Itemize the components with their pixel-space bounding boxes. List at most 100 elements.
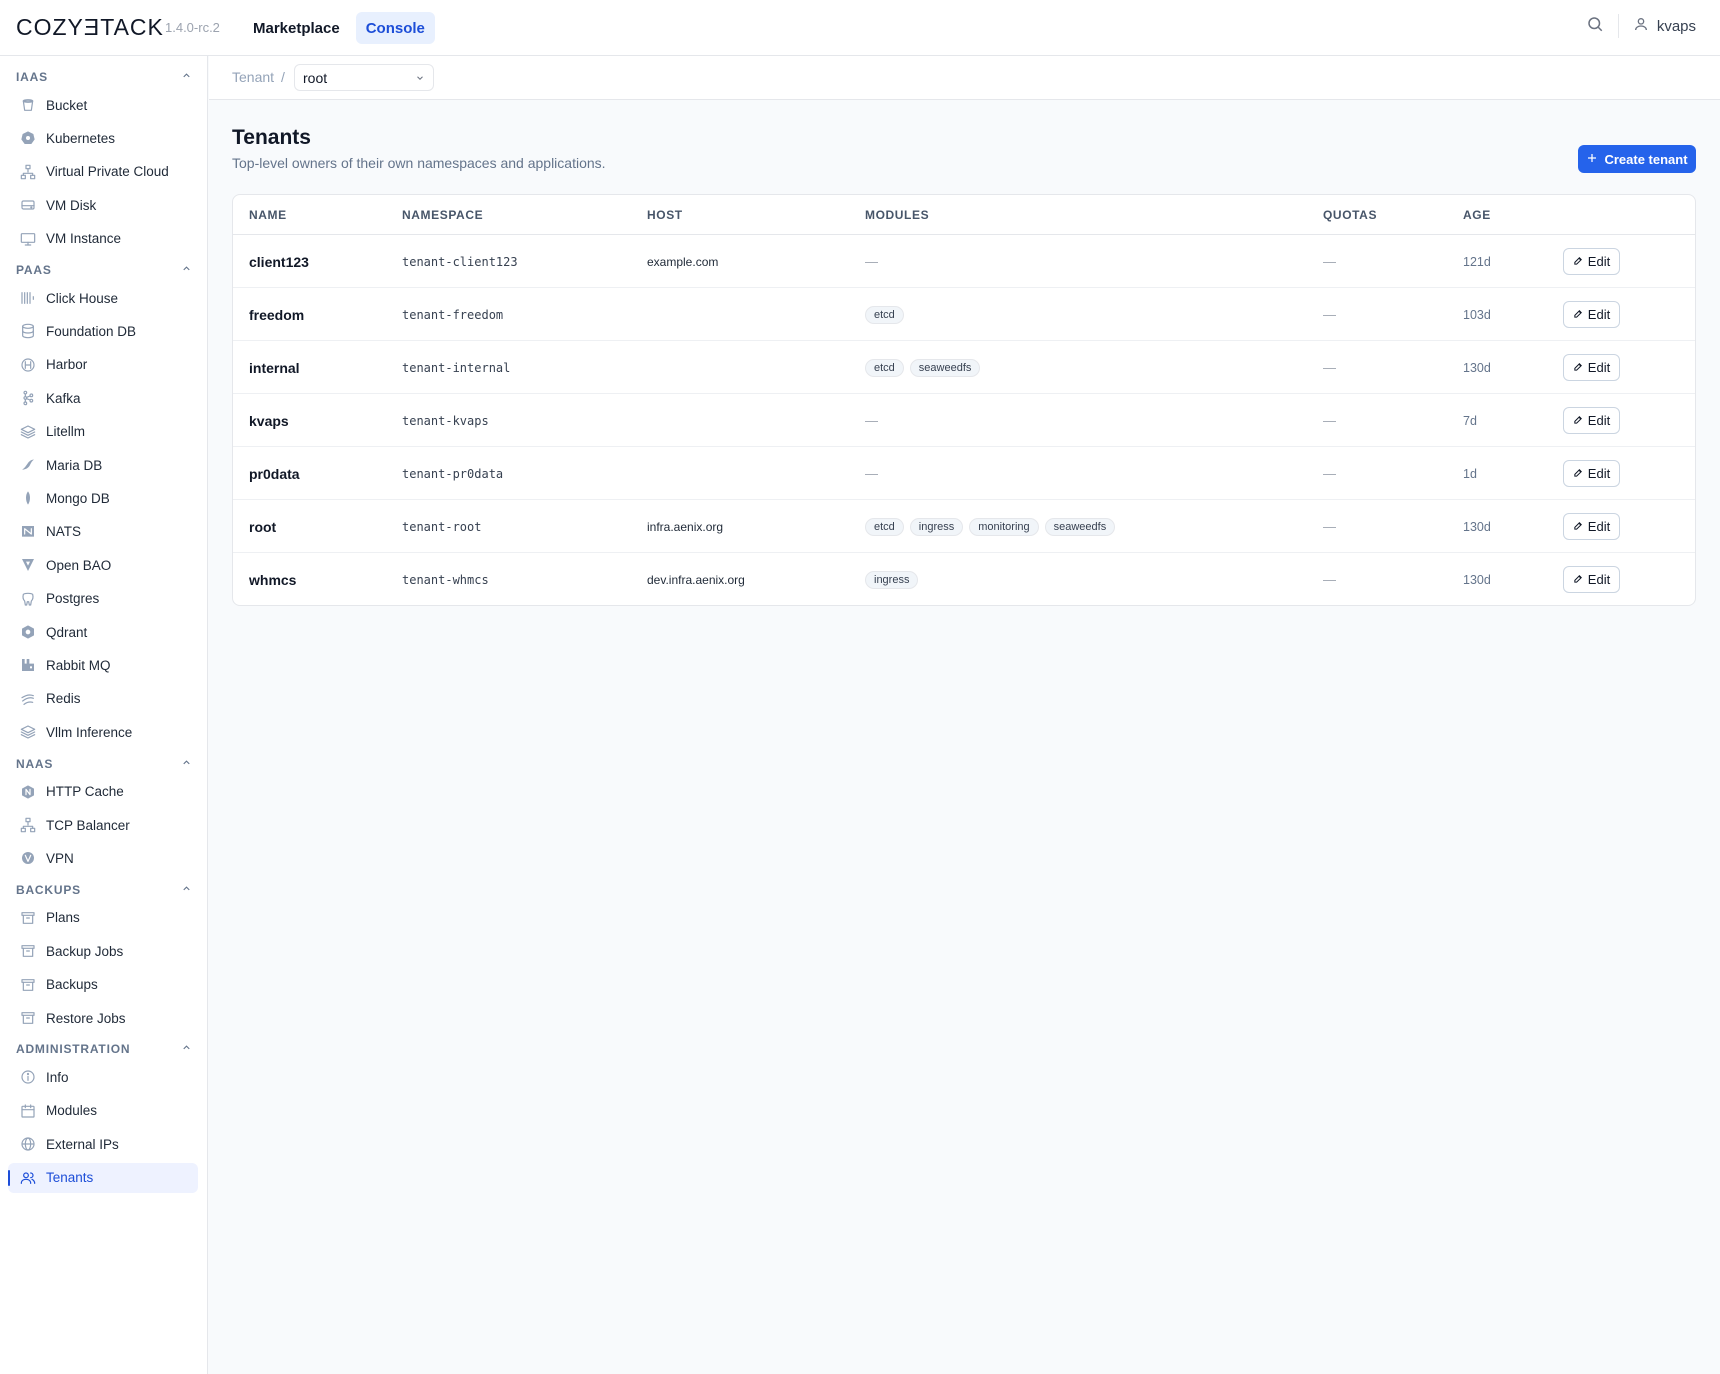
edit-button[interactable]: Edit (1563, 566, 1620, 593)
sidebar-item-kubernetes[interactable]: Kubernetes (8, 123, 198, 153)
nav-marketplace[interactable]: Marketplace (243, 12, 350, 44)
sidebar-item-restore-jobs[interactable]: Restore Jobs (8, 1003, 198, 1033)
nav-console[interactable]: Console (355, 12, 435, 44)
search-icon[interactable] (1586, 15, 1604, 38)
edit-cell: Edit (1563, 394, 1620, 447)
table-row[interactable]: client123 tenant-client123 example.com — — 12… (233, 235, 1695, 288)
sidebar-item-foundation-db[interactable]: Foundation DB (8, 316, 198, 346)
sidebar-item-vm-disk[interactable]: VM Disk (8, 190, 198, 220)
table-row[interactable]: pr0data tenant-pr0data — — 1d Edit (233, 447, 1695, 500)
edit-button[interactable]: Edit (1563, 248, 1620, 275)
top-right-controls: kvaps (1586, 14, 1696, 38)
kubernetes-icon (20, 130, 36, 146)
sidebar-item-click-house[interactable]: Click House (8, 283, 198, 313)
sidebar-section-iaas[interactable]: IAAS (16, 66, 192, 88)
table-row[interactable]: freedom tenant-freedom etcd — 103d Edit (233, 288, 1695, 341)
column-header-age[interactable]: AGE (1463, 208, 1491, 222)
module-badge: seaweedfs (1044, 517, 1116, 536)
tenant-name[interactable]: freedom (249, 288, 304, 341)
column-header-quotas[interactable]: QUOTAS (1323, 208, 1377, 222)
sidebar-item-qdrant[interactable]: Qdrant (8, 617, 198, 647)
tenant-name[interactable]: client123 (249, 235, 309, 288)
column-header-host[interactable]: HOST (647, 208, 683, 222)
sidebar-item-external-ips[interactable]: External IPs (8, 1129, 198, 1159)
sidebar-item-label: Plans (46, 910, 80, 926)
sidebar-item-kafka[interactable]: Kafka (8, 383, 198, 413)
sidebar-item-maria-db[interactable]: Maria DB (8, 450, 198, 480)
tenant-name[interactable]: whmcs (249, 553, 296, 605)
tenant-quotas: — (1323, 254, 1336, 269)
edit-icon (1573, 360, 1584, 375)
tenant-namespace: tenant-root (402, 519, 482, 534)
sidebar-item-label: VM Disk (46, 197, 97, 213)
sidebar-item-backup-jobs[interactable]: Backup Jobs (8, 936, 198, 966)
sidebar-item-postgres[interactable]: Postgres (8, 584, 198, 614)
tenant-modules: — (865, 447, 878, 500)
sidebar-item-mongo-db[interactable]: Mongo DB (8, 483, 198, 513)
sidebar-item-bucket[interactable]: Bucket (8, 90, 198, 120)
edit-button[interactable]: Edit (1563, 513, 1620, 540)
table-row[interactable]: internal tenant-internal etcd seaweedfs — 130… (233, 341, 1695, 394)
redis-icon (20, 691, 36, 707)
edit-button[interactable]: Edit (1563, 354, 1620, 381)
column-header-name[interactable]: NAME (249, 208, 287, 222)
sidebar-item-http-cache[interactable]: HTTP Cache (8, 777, 198, 807)
sidebar-item-label: Info (46, 1069, 69, 1085)
sidebar-section-naas[interactable]: NAAS (16, 753, 192, 775)
sidebar-item-virtual-private-cloud[interactable]: Virtual Private Cloud (8, 157, 198, 187)
sidebar-item-info[interactable]: Info (8, 1062, 198, 1092)
sidebar-item-tenants[interactable]: Tenants (8, 1162, 198, 1193)
sidebar-section-title: BACKUPS (16, 882, 81, 897)
tenant-select[interactable]: root (294, 64, 434, 91)
edit-button[interactable]: Edit (1563, 460, 1620, 487)
breadcrumb-tenant[interactable]: Tenant (232, 69, 274, 85)
sidebar-item-label: Litellm (46, 424, 86, 440)
sidebar-item-backups[interactable]: Backups (8, 970, 198, 1000)
column-header-namespace[interactable]: NAMESPACE (402, 208, 483, 222)
tenant-modules: — (865, 235, 878, 288)
empty-value: — (865, 413, 878, 428)
sidebar-item-litellm[interactable]: Litellm (8, 417, 198, 447)
create-tenant-button[interactable]: Create tenant (1578, 145, 1696, 173)
sidebar-item-plans[interactable]: Plans (8, 903, 198, 933)
tenant-name[interactable]: root (249, 500, 276, 553)
sidebar-item-redis[interactable]: Redis (8, 684, 198, 714)
sidebar-item-nats[interactable]: NATS (8, 517, 198, 547)
user-menu[interactable]: kvaps (1633, 16, 1696, 36)
tenant-name[interactable]: kvaps (249, 394, 289, 447)
sidebar-item-vpn[interactable]: VPN (8, 843, 198, 873)
sidebar-item-label: Backups (46, 977, 98, 993)
edit-button[interactable]: Edit (1563, 407, 1620, 434)
sidebar-section-administration[interactable]: ADMINISTRATION (16, 1038, 192, 1060)
sidebar-item-rabbit-mq[interactable]: Rabbit MQ (8, 650, 198, 680)
sidebar-section-paas[interactable]: PAAS (16, 259, 192, 281)
sidebar-section-backups[interactable]: BACKUPS (16, 879, 192, 901)
edit-button[interactable]: Edit (1563, 301, 1620, 328)
empty-value: — (865, 254, 878, 269)
sidebar-item-label: Rabbit MQ (46, 657, 111, 673)
sidebar-item-label: Kafka (46, 390, 81, 406)
sidebar-item-label: Postgres (46, 591, 100, 607)
edit-icon (1573, 572, 1584, 587)
sidebar-item-tcp-balancer[interactable]: TCP Balancer (8, 810, 198, 840)
harbor-icon (20, 357, 36, 373)
tenant-name[interactable]: pr0data (249, 447, 300, 500)
column-header-modules[interactable]: MODULES (865, 208, 929, 222)
table-row[interactable]: root tenant-root infra.aenix.org etcd ingres… (233, 500, 1695, 553)
table-row[interactable]: kvaps tenant-kvaps — — 7d Edit (233, 394, 1695, 447)
tenant-namespace: tenant-client123 (402, 254, 518, 269)
sidebar-item-open-bao[interactable]: Open BAO (8, 550, 198, 580)
tenant-namespace: tenant-whmcs (402, 572, 489, 587)
table-row[interactable]: whmcs tenant-whmcs dev.infra.aenix.org ingr… (233, 553, 1695, 605)
sidebar-item-vm-instance[interactable]: VM Instance (8, 224, 198, 254)
sidebar-item-label: External IPs (46, 1136, 119, 1152)
tenant-name[interactable]: internal (249, 341, 300, 394)
logo[interactable]: COZYƎTACK (16, 14, 164, 41)
sidebar-item-harbor[interactable]: Harbor (8, 350, 198, 380)
tenant-age: 130d (1463, 360, 1491, 375)
tenant-select-value: root (303, 69, 328, 86)
sidebar-item-modules[interactable]: Modules (8, 1096, 198, 1126)
sidebar-item-vllm-inference[interactable]: Vllm Inference (8, 717, 198, 747)
user-icon (1633, 16, 1649, 36)
network-icon (20, 817, 36, 833)
